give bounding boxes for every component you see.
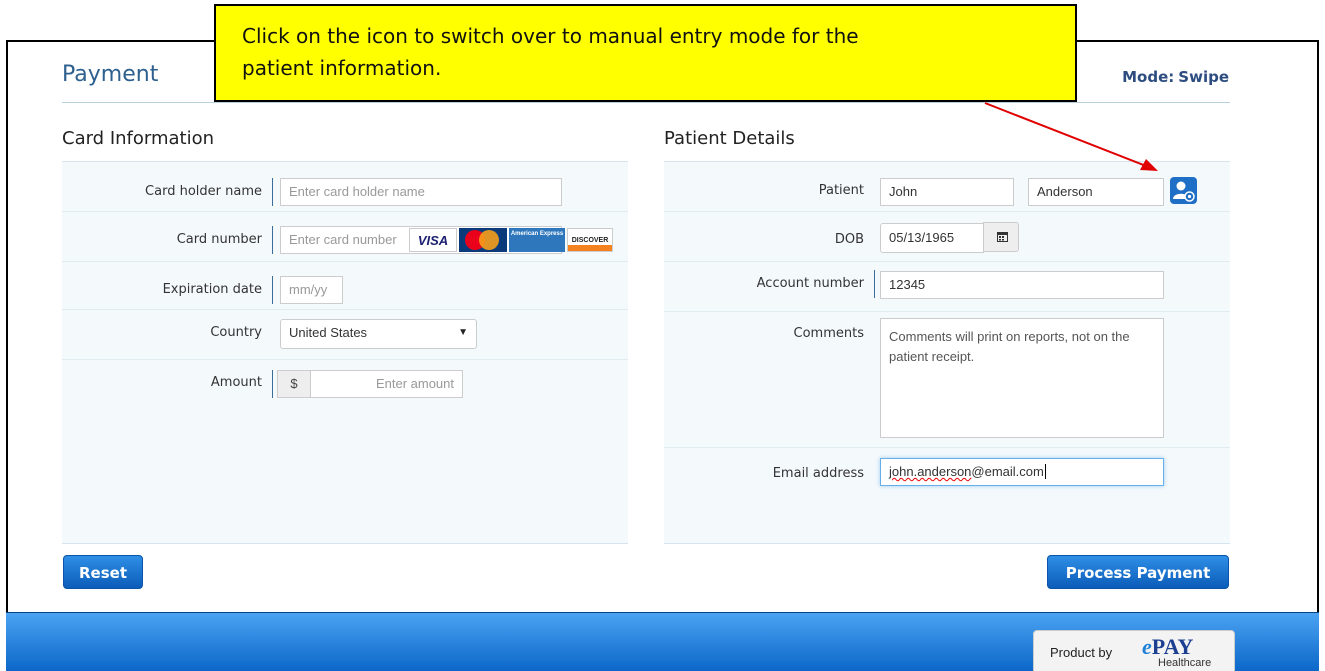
mode-indicator: Mode: Swipe [1122,68,1229,86]
dob-label: DOB [834,232,864,247]
amex-logo: American Express [509,228,565,252]
card-number-input[interactable]: Enter card number VISA American Express … [280,226,613,254]
expiration-input[interactable]: mm/yy [280,276,343,304]
product-by-text: Product by [1050,645,1113,660]
patient-last-name-input[interactable]: Anderson [1028,178,1164,206]
title-divider [62,102,1230,103]
email-label: Email address [772,466,864,481]
account-number-input[interactable]: 12345 [880,271,1164,299]
dob-input[interactable]: 05/13/1965 [880,223,984,253]
expiration-row: Expiration date mm/yy [62,262,628,310]
comments-textarea[interactable]: Comments will print on reports, not on t… [880,318,1164,438]
calendar-button[interactable] [983,222,1019,252]
healthcare-text: Healthcare [1158,657,1212,669]
country-select[interactable]: United States ▼ [280,319,477,349]
card-info-heading: Card Information [62,128,215,149]
footer-bar: Product by ePAY Healthcare [6,612,1319,671]
callout-line-1: Click on the icon to switch over to manu… [242,24,859,48]
mode-label: Mode: [1122,68,1175,86]
label-divider [272,226,273,254]
account-row: Account number 12345 [664,262,1230,312]
comments-label: Comments [793,326,864,341]
label-divider [272,178,273,206]
brand-badge: Product by ePAY Healthcare [1033,630,1235,671]
label-divider [874,270,875,298]
card-number-row: Card number Enter card number VISA Ameri… [62,212,628,262]
email-row: Email address john.anderson@email.com [664,448,1230,545]
calendar-icon [997,232,1008,242]
patient-details-heading: Patient Details [664,128,795,149]
chevron-down-icon: ▼ [458,327,468,338]
card-holder-input[interactable]: Enter card holder name [280,178,562,206]
card-info-panel: Card holder name Enter card holder name … [62,161,628,544]
visa-logo: VISA [409,228,457,252]
mastercard-logo [459,228,507,252]
process-payment-button[interactable]: Process Payment [1047,555,1229,589]
dob-row: DOB 05/13/1965 [664,212,1230,262]
page-title: Payment [62,62,159,87]
instruction-callout: Click on the icon to switch over to manu… [214,4,1077,102]
amount-input[interactable]: $ Enter amount [277,370,463,398]
callout-line-2: patient information. [242,56,442,80]
reset-button[interactable]: Reset [63,555,143,589]
patient-first-name-input[interactable]: John [880,178,1014,206]
mode-value: Swipe [1178,68,1229,86]
label-divider [272,370,273,398]
amount-row: Amount $ Enter amount [62,360,628,410]
country-row: Country United States ▼ [62,310,628,360]
card-holder-row: Card holder name Enter card holder name [62,162,628,212]
card-number-label: Card number [176,232,262,247]
discover-logo: DISCOVER [567,228,613,252]
email-input[interactable]: john.anderson@email.com [880,458,1164,486]
patient-name-row: Patient John Anderson [664,162,1230,212]
user-edit-icon[interactable] [1170,177,1197,204]
card-brand-logos: VISA American Express DISCOVER [409,228,613,253]
patient-label: Patient [818,183,864,198]
label-divider [272,276,273,304]
card-holder-label: Card holder name [145,184,262,199]
country-label: Country [210,325,262,340]
expiration-label: Expiration date [162,282,262,297]
currency-addon: $ [277,370,311,398]
amount-label: Amount [210,375,262,390]
account-label: Account number [756,276,864,291]
